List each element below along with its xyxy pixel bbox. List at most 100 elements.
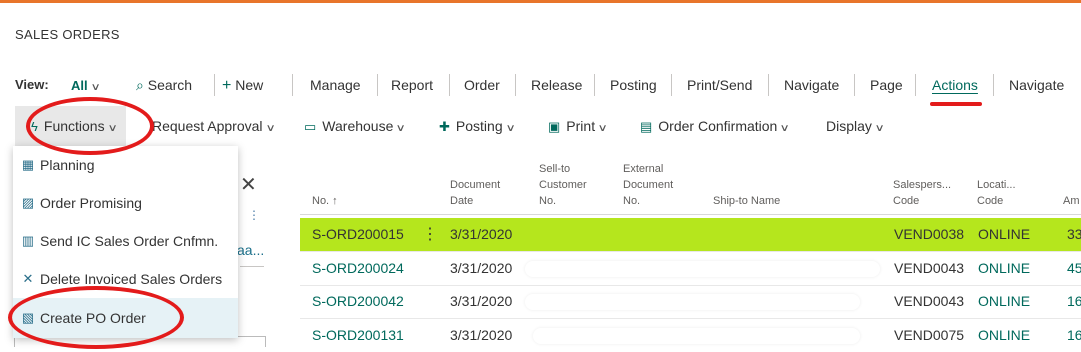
header-sell-to-customer[interactable]: Sell-to Customer No. xyxy=(539,161,587,209)
header-line: Code xyxy=(977,195,1004,207)
separator xyxy=(768,74,769,96)
tab-navigate[interactable]: Navigate xyxy=(784,68,839,102)
separator xyxy=(449,74,450,96)
header-location[interactable]: Locati... Code xyxy=(977,177,1016,209)
request-approval-button[interactable]: Request Approval ∨ xyxy=(152,106,276,146)
warehouse-label: Warehouse xyxy=(322,118,394,134)
header-salesperson[interactable]: Salespers... Code xyxy=(893,177,951,209)
send-ic-icon: ▥ xyxy=(21,233,35,248)
document-date: 3/31/2020 xyxy=(450,226,513,242)
order-number-link[interactable]: S-ORD200131 xyxy=(312,319,404,352)
header-line: No. xyxy=(623,195,641,207)
close-icon[interactable]: ✕ xyxy=(240,172,257,197)
plus-icon: + xyxy=(222,77,232,94)
menu-item-label: Send IC Sales Order Cnfmn. xyxy=(40,233,219,249)
salesperson-code: VEND0043 xyxy=(894,260,965,276)
table-row[interactable]: S-ORD200024 3/31/2020 VEND0043 ONLINE 45 xyxy=(300,252,1081,285)
tab-print-send[interactable]: Print/Send xyxy=(687,68,752,102)
separator xyxy=(915,74,916,96)
document-date: 3/31/2020 xyxy=(450,293,513,309)
chevron-down-icon: ∨ xyxy=(265,123,276,134)
menu-item-label: Order Promising xyxy=(40,195,142,211)
header-document-date[interactable]: Document Date xyxy=(450,177,500,209)
tab-posting[interactable]: Posting xyxy=(610,68,657,102)
amount: 33 xyxy=(1067,226,1081,242)
new-button[interactable]: + New xyxy=(222,68,263,102)
order-confirmation-label: Order Confirmation xyxy=(658,118,778,134)
tab-order[interactable]: Order xyxy=(464,68,500,102)
redacted-area xyxy=(533,328,860,344)
header-line: Customer xyxy=(539,179,587,191)
separator xyxy=(214,74,215,96)
truncated-text: aa... xyxy=(237,242,265,258)
request-approval-label: Request Approval xyxy=(152,118,263,134)
page-title: SALES ORDERS xyxy=(15,27,120,42)
tab-release[interactable]: Release xyxy=(531,68,582,102)
header-line: External xyxy=(623,163,664,175)
order-number-link[interactable]: S-ORD200015 xyxy=(312,218,404,251)
header-line: Code xyxy=(893,195,920,207)
header-line: Document xyxy=(623,179,674,191)
menu-item-order-promising[interactable]: ▨ Order Promising xyxy=(13,184,238,222)
separator xyxy=(854,74,855,96)
tab-manage[interactable]: Manage xyxy=(310,68,361,102)
header-line: Salespers... xyxy=(893,179,952,191)
header-no[interactable]: No. ↑ xyxy=(312,193,338,209)
separator xyxy=(594,74,595,96)
print-label: Print xyxy=(566,118,596,134)
redacted-area xyxy=(525,261,880,277)
document-date: 3/31/2020 xyxy=(450,260,513,276)
tab-report[interactable]: Report xyxy=(391,68,433,102)
salesperson-code: VEND0043 xyxy=(894,293,965,309)
warehouse-icon: ▭ xyxy=(304,119,317,134)
tab-actions[interactable]: Actions xyxy=(932,68,978,102)
header-amount[interactable]: Am xyxy=(1063,193,1080,209)
header-divider xyxy=(300,214,1081,215)
chevron-down-icon: ∨ xyxy=(597,123,608,134)
location-code: ONLINE xyxy=(978,293,1031,309)
table-row[interactable]: S-ORD200042 3/31/2020 VEND0043 ONLINE 16 xyxy=(300,285,1081,318)
table-row[interactable]: S-ORD200131 3/31/2020 VEND0075 ONLINE 16 xyxy=(300,319,1081,345)
planning-icon: ▦ xyxy=(21,157,35,172)
order-confirmation-button[interactable]: ▤ Order Confirmation ∨ xyxy=(640,106,791,146)
amount: 16 xyxy=(1067,293,1081,309)
display-label: Display xyxy=(826,118,872,134)
more-options-icon[interactable]: ⋮ xyxy=(248,208,260,222)
tab-navigate-2[interactable]: Navigate xyxy=(1009,68,1064,102)
location-code: ONLINE xyxy=(978,327,1031,343)
delete-x-icon: ✕ xyxy=(22,271,34,286)
location-code: ONLINE xyxy=(978,226,1031,242)
table-row[interactable]: S-ORD200015 ⋮ 3/31/2020 VEND0038 ONLINE … xyxy=(300,218,1081,251)
annotation-underline-actions xyxy=(930,102,982,106)
document-icon: ▤ xyxy=(640,119,653,134)
search-button[interactable]: ⌕ Search xyxy=(136,68,192,102)
header-line: Document xyxy=(450,179,501,191)
action-bar: View: All ∨ ⌕ Search + New Manage Report … xyxy=(0,68,1081,102)
header-ship-to-name[interactable]: Ship-to Name xyxy=(713,193,780,209)
search-label: Search xyxy=(147,77,193,93)
location-code: ONLINE xyxy=(978,260,1031,276)
display-button[interactable]: Display ∨ xyxy=(826,106,885,146)
salesperson-code: VEND0075 xyxy=(894,327,965,343)
posting-label: Posting xyxy=(455,118,503,134)
order-number-link[interactable]: S-ORD200042 xyxy=(312,285,404,318)
print-button[interactable]: ▣ Print ∨ xyxy=(548,106,608,146)
posting-button[interactable]: ✚ Posting ∨ xyxy=(439,106,515,146)
tab-page[interactable]: Page xyxy=(870,68,903,102)
top-accent-bar xyxy=(0,0,1081,3)
header-external-document[interactable]: External Document No. xyxy=(623,161,673,209)
menu-item-planning[interactable]: ▦ Planning xyxy=(13,146,238,184)
chevron-down-icon: ∨ xyxy=(779,123,791,134)
header-line: Sell-to xyxy=(539,163,571,175)
row-menu-icon[interactable]: ⋮ xyxy=(422,218,438,251)
annotation-circle-create-po xyxy=(8,286,184,349)
redacted-area xyxy=(525,294,860,310)
menu-item-send-ic-sales-order[interactable]: ▥ Send IC Sales Order Cnfmn. xyxy=(13,222,238,260)
order-number-link[interactable]: S-ORD200024 xyxy=(312,252,404,285)
view-label: View: xyxy=(15,77,49,92)
separator xyxy=(515,74,516,96)
search-icon: ⌕ xyxy=(136,77,144,93)
warehouse-button[interactable]: ▭ Warehouse ∨ xyxy=(304,106,406,146)
header-line: Locati... xyxy=(977,179,1016,191)
amount: 45 xyxy=(1067,260,1081,276)
